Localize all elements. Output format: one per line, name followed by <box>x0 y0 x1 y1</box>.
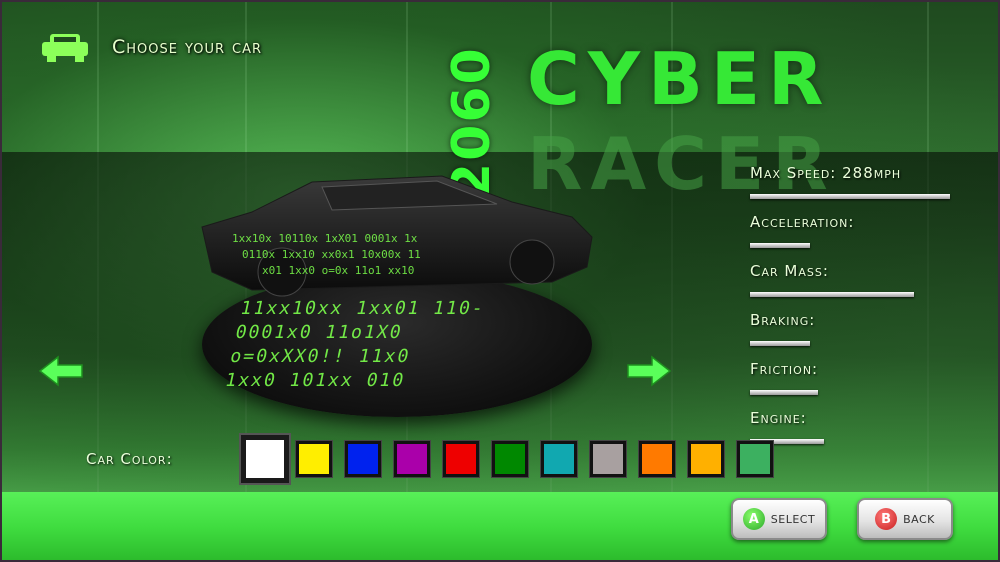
stat-friction: Friction: <box>750 360 980 409</box>
car-icon <box>38 32 92 62</box>
color-swatch[interactable] <box>688 441 724 477</box>
color-swatch[interactable] <box>541 441 577 477</box>
color-swatch[interactable] <box>443 441 479 477</box>
stat-label: Braking: <box>750 311 816 329</box>
b-button-icon: B <box>875 508 898 530</box>
color-swatch[interactable] <box>737 441 773 477</box>
stat-bar <box>750 292 914 297</box>
arrow-right-icon[interactable] <box>626 355 672 387</box>
stat-label: Friction: <box>750 360 819 378</box>
color-swatch[interactable] <box>345 441 381 477</box>
back-button[interactable]: B BACK <box>857 498 953 540</box>
stat-label: Max Speed: 288mph <box>750 164 902 182</box>
back-button-label: BACK <box>903 512 935 526</box>
game-screen: Choose your car 2060 CYBER RACER 11xx10x… <box>0 0 1000 562</box>
platform-code-line: 0001x0 11o1X0 <box>233 322 405 343</box>
bottom-bar <box>2 492 998 560</box>
stat-bar <box>750 390 818 395</box>
color-swatches <box>241 435 786 483</box>
stat-max-speed: Max Speed: 288mph <box>750 164 980 213</box>
stat-bar <box>750 194 950 199</box>
stat-bar <box>750 243 810 248</box>
color-swatch[interactable] <box>296 441 332 477</box>
logo-line-1: CYBER <box>527 37 832 121</box>
car-color-label: Car Color: <box>86 450 173 468</box>
platform-code-line: o=0xXX0!! 11x0 <box>228 346 413 367</box>
page-title: Choose your car <box>112 36 263 58</box>
stat-label: Car Mass: <box>750 262 829 280</box>
a-button-icon: A <box>742 508 765 530</box>
car-color-picker: Car Color: <box>86 435 786 483</box>
arrow-left-icon[interactable] <box>38 355 84 387</box>
stat-braking: Braking: <box>750 311 980 360</box>
stat-acceleration: Acceleration: <box>750 213 980 262</box>
platform-code: 11xx10xx 1xx01 110- 0001x0 11o1X0 o=0xXX… <box>221 297 573 402</box>
screen-header: Choose your car <box>38 32 262 62</box>
svg-text:1xx10x 10110x 1xX01 0001x 1x: 1xx10x 10110x 1xX01 0001x 1x <box>232 232 418 245</box>
color-swatch[interactable] <box>394 441 430 477</box>
stat-label: Engine: <box>750 409 807 427</box>
select-button[interactable]: A SELECT <box>731 498 827 540</box>
stat-label: Acceleration: <box>750 213 855 231</box>
stat-bar <box>750 341 810 346</box>
platform-code-line: 1xx0 101xx 010 <box>223 370 408 391</box>
select-button-label: SELECT <box>770 512 816 526</box>
color-swatch[interactable] <box>241 435 289 483</box>
car-stats: Max Speed: 288mph Acceleration: Car Mass… <box>750 164 980 458</box>
stat-car-mass: Car Mass: <box>750 262 980 311</box>
svg-text:0110x 1xx10 xx0x1 10x00x 11: 0110x 1xx10 xx0x1 10x00x 11 <box>242 248 421 261</box>
color-swatch[interactable] <box>492 441 528 477</box>
car-model: 1xx10x 10110x 1xX01 0001x 1x 0110x 1xx10… <box>201 175 593 297</box>
color-swatch[interactable] <box>590 441 626 477</box>
svg-text:x01 1xx0 o=0x 11o1 xx10: x01 1xx0 o=0x 11o1 xx10 <box>262 264 414 277</box>
color-swatch[interactable] <box>639 441 675 477</box>
